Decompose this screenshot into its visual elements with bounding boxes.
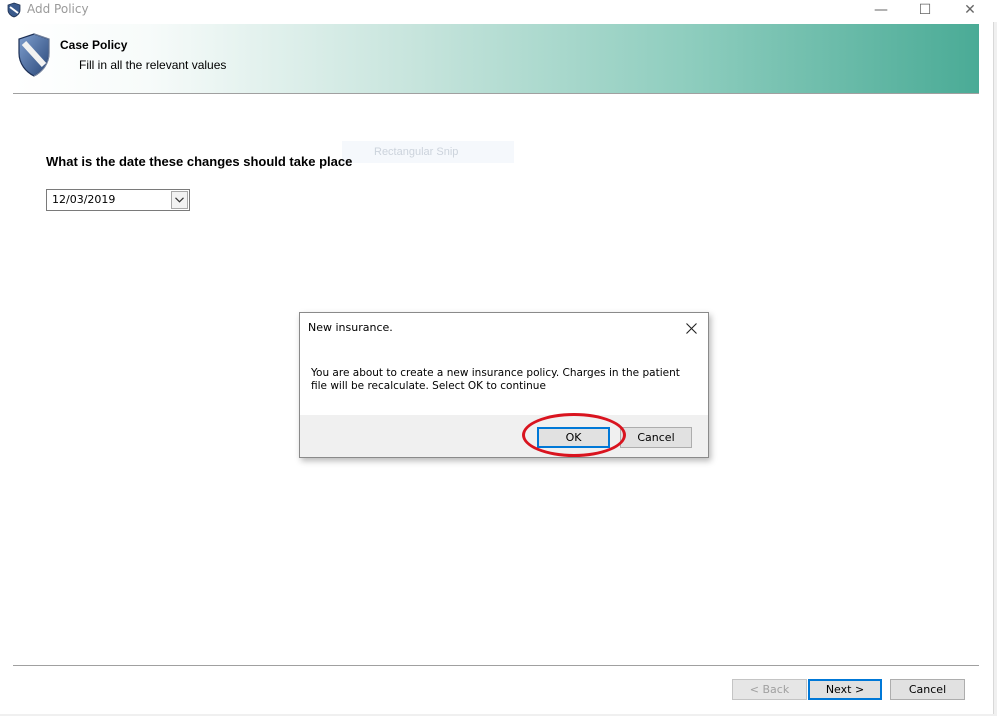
chevron-down-icon [175, 197, 184, 203]
question-label: What is the date these changes should ta… [46, 154, 353, 169]
header-divider [13, 93, 979, 94]
header-banner: Case Policy Fill in all the relevant val… [13, 24, 979, 93]
title-bar [0, 0, 997, 22]
ghost-overlay-label: Rectangular Snip [342, 141, 514, 163]
date-picker[interactable]: 12/03/2019 [46, 189, 190, 211]
ok-button[interactable]: OK [537, 427, 610, 448]
window-edge [993, 22, 997, 716]
cancel-button[interactable]: Cancel [890, 679, 965, 700]
date-dropdown-button[interactable] [171, 191, 188, 209]
shield-icon [18, 33, 50, 77]
confirmation-dialog: New insurance. You are about to create a… [299, 312, 709, 458]
window-title: Add Policy [27, 2, 89, 16]
maximize-button[interactable]: ☐ [902, 0, 948, 20]
footer-divider [13, 665, 979, 666]
dialog-message: You are about to create a new insurance … [311, 367, 680, 392]
page-title: Case Policy [60, 38, 128, 52]
back-button[interactable]: < Back [732, 679, 807, 700]
shield-icon [7, 2, 21, 18]
dialog-footer: OK Cancel [300, 415, 708, 457]
dialog-close-button[interactable] [678, 316, 704, 340]
date-value: 12/03/2019 [52, 193, 116, 206]
page-subtitle: Fill in all the relevant values [79, 58, 227, 72]
dialog-cancel-button[interactable]: Cancel [620, 427, 692, 448]
next-button[interactable]: Next > [808, 679, 882, 700]
dialog-title: New insurance. [308, 321, 393, 334]
minimize-button[interactable]: — [858, 0, 904, 20]
close-icon [685, 322, 697, 334]
close-window-button[interactable]: ✕ [947, 0, 993, 20]
